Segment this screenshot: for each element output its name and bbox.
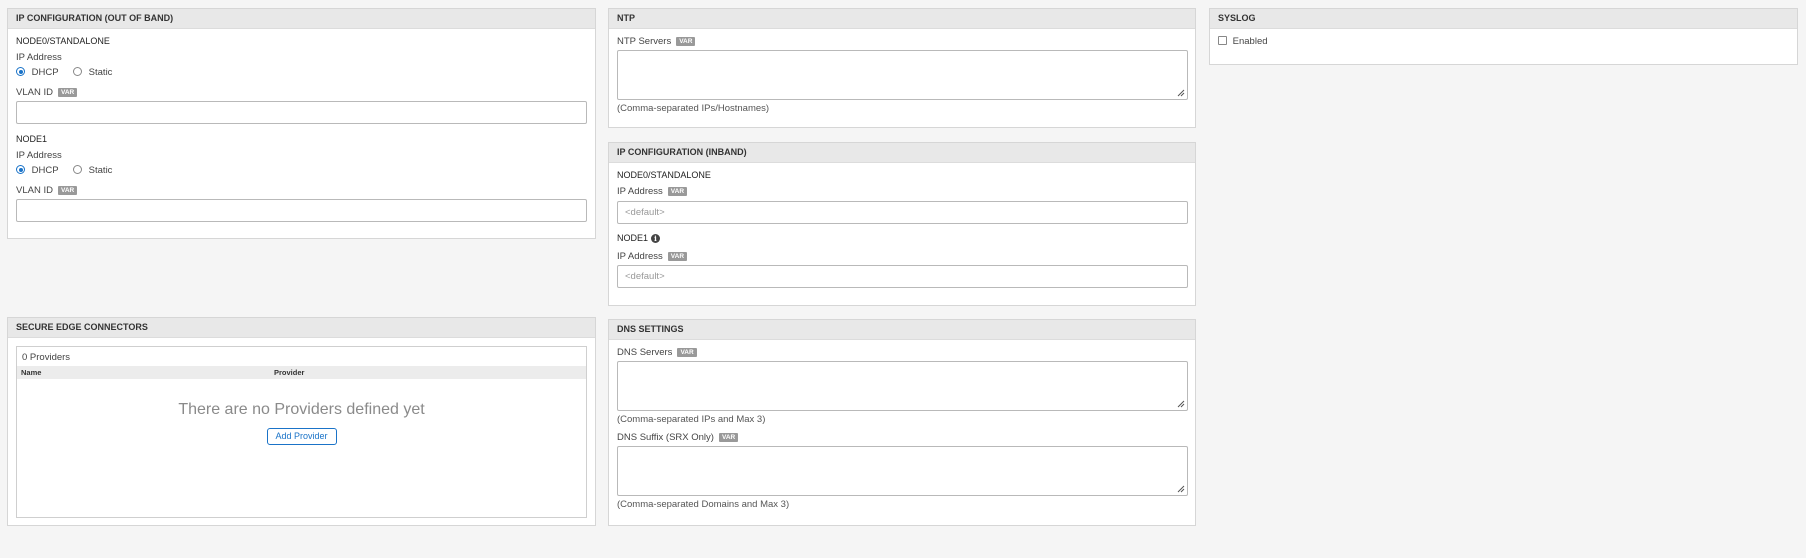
dns-servers-label: DNS Servers (617, 347, 673, 358)
node0-static-radio[interactable] (73, 67, 83, 76)
node1-title: NODE1 (16, 134, 48, 144)
var-badge: VAR (677, 348, 697, 357)
oob-ip-config-panel: IP CONFIGURATION (OUT OF BAND) NODE0/STA… (7, 8, 596, 239)
dns-servers-label-row: DNS Servers VAR (617, 347, 697, 358)
ntp-panel: NTP NTP Servers VAR (Comma-separated IPs/… (608, 8, 1196, 128)
dns-servers-hint: (Comma-separated IPs and Max 3) (617, 414, 766, 425)
dns-suffix-textarea[interactable] (617, 446, 1188, 496)
node0-vlan-label: VLAN ID (16, 87, 53, 98)
var-badge: VAR (57, 88, 78, 97)
var-badge: VAR (57, 186, 78, 195)
inband-ip-config-panel: IP CONFIGURATION (INBAND) NODE0/STANDALO… (608, 142, 1196, 306)
var-badge: VAR (718, 433, 739, 442)
node0-dhcp-label[interactable]: DHCP (32, 67, 59, 78)
syslog-panel: SYSLOG Enabled (1209, 8, 1798, 65)
panel-title: SECURE EDGE CONNECTORS (8, 318, 595, 338)
panel-title: SYSLOG (1210, 9, 1797, 29)
inband-node1-title: NODE1 (617, 233, 649, 243)
node1-vlan-label: VLAN ID (16, 185, 53, 196)
dns-servers-textarea[interactable] (617, 361, 1188, 411)
var-badge: VAR (667, 252, 688, 261)
panel-title: IP CONFIGURATION (INBAND) (609, 143, 1195, 163)
secure-edge-connectors-panel: SECURE EDGE CONNECTORS 0 Providers Name … (7, 317, 596, 526)
inband-node0-ip-label: IP Address (617, 186, 663, 197)
node0-static-label[interactable]: Static (89, 67, 113, 78)
column-header-provider[interactable]: Provider (274, 368, 304, 377)
panel-title: IP CONFIGURATION (OUT OF BAND) (8, 9, 595, 29)
dns-suffix-hint: (Comma-separated Domains and Max 3) (617, 499, 790, 510)
resize-grip-icon[interactable] (1177, 400, 1185, 408)
node1-dhcp-radio[interactable] (16, 165, 25, 174)
dns-suffix-label: DNS Suffix (SRX Only) (617, 432, 714, 443)
panel-title: NTP (609, 9, 1195, 29)
ntp-servers-textarea[interactable] (617, 50, 1188, 100)
node1-vlan-input[interactable] (16, 199, 587, 222)
node0-ip-label: IP Address (16, 52, 62, 63)
node1-static-radio[interactable] (73, 165, 83, 174)
node1-ip-mode: DHCP Static (16, 165, 112, 176)
ntp-hint: (Comma-separated IPs/Hostnames) (617, 103, 770, 114)
inband-node1-title-row: NODE1 i (617, 233, 661, 243)
inband-node1-ip-label: IP Address (617, 251, 663, 262)
inband-node1-ip-label-row: IP Address VAR (617, 251, 688, 262)
node1-vlan-label-row: VLAN ID VAR (16, 185, 78, 196)
syslog-enabled-label[interactable]: Enabled (1233, 36, 1268, 47)
var-badge: VAR (676, 37, 696, 46)
node0-dhcp-radio[interactable] (16, 67, 25, 76)
dns-suffix-label-row: DNS Suffix (SRX Only) VAR (617, 432, 739, 443)
dns-settings-panel: DNS SETTINGS DNS Servers VAR (Comma-separ… (608, 319, 1196, 526)
node0-title: NODE0/STANDALONE (16, 36, 110, 46)
node0-vlan-input[interactable] (16, 101, 587, 124)
syslog-enabled-checkbox[interactable] (1218, 36, 1227, 45)
providers-table: 0 Providers Name Provider There are no P… (16, 346, 587, 518)
syslog-enabled-row: Enabled (1218, 36, 1268, 47)
node0-vlan-label-row: VLAN ID VAR (16, 87, 78, 98)
inband-node0-title: NODE0/STANDALONE (617, 170, 711, 180)
node1-static-label[interactable]: Static (89, 165, 113, 176)
add-provider-button[interactable]: Add Provider (266, 428, 337, 445)
ntp-servers-label: NTP Servers (617, 36, 672, 47)
node1-ip-label: IP Address (16, 150, 62, 161)
inband-node0-ip-label-row: IP Address VAR (617, 186, 688, 197)
panel-title: DNS SETTINGS (609, 320, 1195, 340)
inband-node1-ip-input[interactable]: <default> (617, 265, 1188, 288)
ntp-servers-label-row: NTP Servers VAR (617, 36, 696, 47)
node0-ip-mode: DHCP Static (16, 67, 112, 78)
providers-count: 0 Providers (22, 352, 71, 363)
empty-state-message: There are no Providers defined yet (178, 401, 425, 418)
providers-table-header: Name Provider (17, 366, 586, 379)
inband-node0-ip-input[interactable]: <default> (617, 201, 1188, 224)
info-icon[interactable]: i (651, 234, 661, 243)
resize-grip-icon[interactable] (1177, 89, 1185, 97)
var-badge: VAR (667, 187, 688, 196)
resize-grip-icon[interactable] (1177, 485, 1185, 493)
node1-dhcp-label[interactable]: DHCP (32, 165, 59, 176)
column-header-name[interactable]: Name (21, 368, 41, 377)
